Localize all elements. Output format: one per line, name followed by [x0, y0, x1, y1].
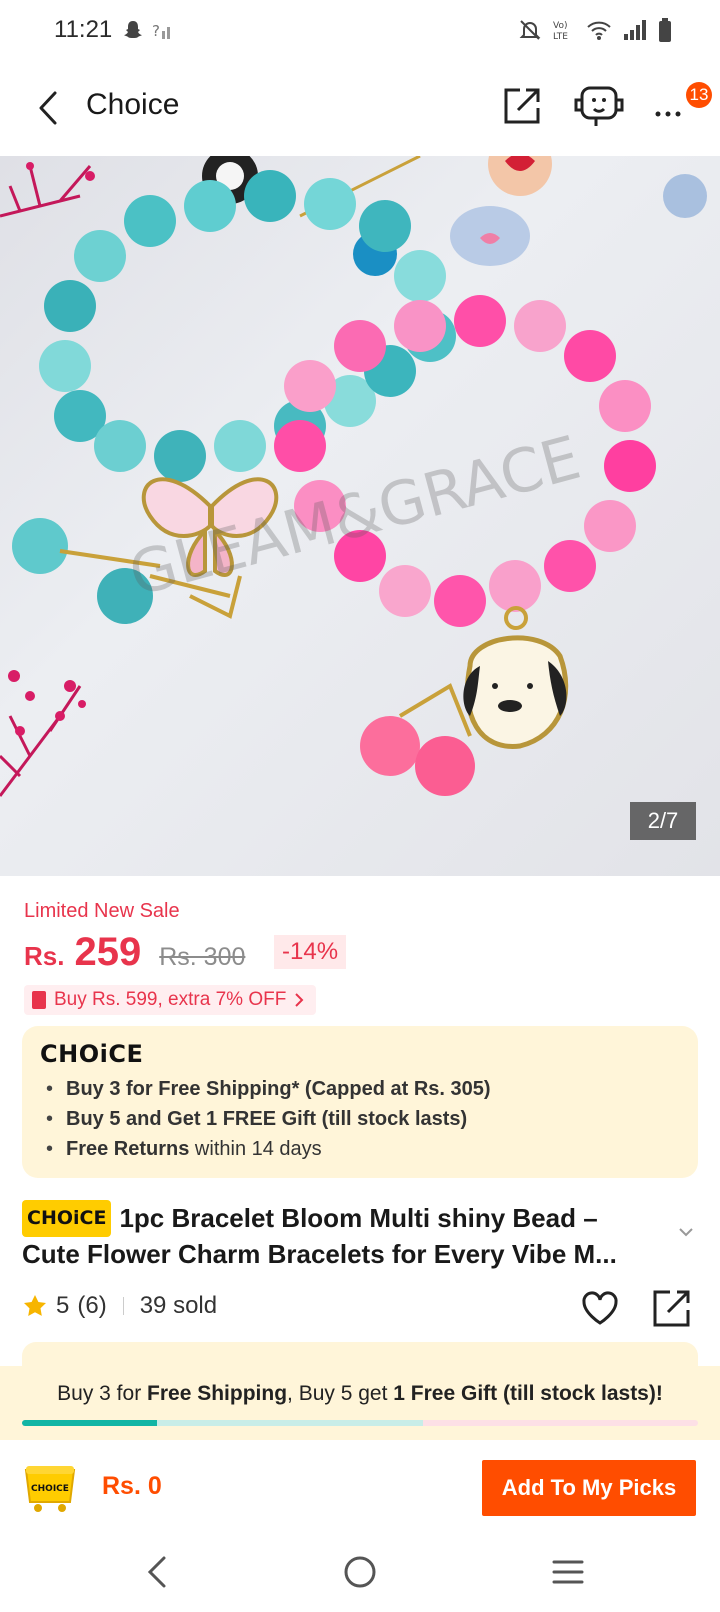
discount-badge: -14%: [274, 935, 347, 969]
shipping-progress-banner: Buy 3 for Free Shipping, Buy 5 get 1 Fre…: [0, 1366, 720, 1440]
back-button[interactable]: [28, 84, 68, 132]
banner-text: Buy 3 for Free Shipping, Buy 5 get 1 Fre…: [57, 1382, 663, 1405]
nav-back-button[interactable]: [138, 1552, 178, 1592]
divider: [122, 1297, 124, 1315]
product-title[interactable]: CHOiCE 1pc Bracelet Bloom Multi shiny Bea…: [22, 1200, 682, 1272]
choice-logo: CHOiCE: [40, 1040, 144, 1068]
title-line-1: 1pc Bracelet Bloom Multi shiny Bead –: [119, 1203, 598, 1233]
star-icon: [24, 1295, 46, 1316]
home-circle-icon: [344, 1556, 376, 1588]
progress-fill: [22, 1420, 158, 1426]
dog-charm: [463, 606, 569, 749]
list-item: Buy 5 and Get 1 FREE Gift (till stock la…: [46, 1104, 680, 1134]
chevron-right-icon: [295, 993, 304, 1007]
notification-badge: 13: [686, 82, 712, 108]
menu-lines-icon: [552, 1560, 584, 1584]
app-header: Choice: [0, 60, 720, 156]
status-time: 11:21: [54, 16, 113, 43]
list-item: Buy 3 for Free Shipping* (Capped at Rs. …: [46, 1074, 680, 1104]
rating-score: 5: [56, 1292, 70, 1319]
page-title: Choice: [86, 88, 180, 121]
sold-count: 39 sold: [139, 1292, 218, 1319]
nav-recent-button[interactable]: [548, 1552, 588, 1592]
cart-icon: CHOICE: [24, 1466, 76, 1512]
price-currency: Rs.: [24, 941, 65, 971]
promo-chip[interactable]: Buy Rs. 599, extra 7% OFF: [24, 985, 317, 1015]
volte-icon: Vo)LTE: [553, 21, 568, 42]
title-line-2: Cute Flower Charm Bracelets for Every Vi…: [22, 1239, 617, 1269]
chevron-left-icon: [39, 91, 57, 125]
rating-count: (6): [77, 1292, 107, 1319]
product-photo: GLEAM&GRACE: [0, 156, 707, 797]
share-icon: [504, 88, 540, 124]
svg-text:?: ?: [152, 22, 160, 40]
choice-cart-button[interactable]: CHOICE: [22, 1460, 78, 1514]
bottom-action-bar: CHOICE Rs. 0 Add To My Picks: [0, 1440, 720, 1536]
choice-section-edge: [22, 1342, 698, 1366]
sale-label: Limited New Sale: [24, 900, 180, 922]
cell-signal-icon: [624, 20, 646, 40]
rating-row[interactable]: 5 (6) 39 sold: [22, 1292, 217, 1320]
choice-tag: CHOiCE: [22, 1200, 112, 1237]
coupon-icon: [32, 991, 46, 1009]
share-product-button[interactable]: [652, 1288, 692, 1328]
price-current: 259: [74, 930, 142, 974]
nav-home-button[interactable]: [340, 1552, 380, 1592]
choice-benefits-box[interactable]: CHOiCE Buy 3 for Free Shipping* (Capped …: [22, 1026, 698, 1178]
status-bar: 11:21 ? Vo) LTE: [0, 0, 720, 60]
choice-benefits-list: Buy 3 for Free Shipping* (Capped at Rs. …: [40, 1074, 680, 1164]
chevron-down-icon[interactable]: [676, 1222, 696, 1242]
support-robot-icon: [574, 86, 624, 126]
add-to-picks-button[interactable]: Add To My Picks: [482, 1460, 696, 1516]
wifi-icon: [587, 21, 611, 40]
mute-icon: [519, 20, 541, 40]
image-counter: 2/7: [630, 802, 696, 840]
progress-bar: [22, 1420, 698, 1426]
promo-text: Buy Rs. 599, extra 7% OFF: [54, 989, 287, 1010]
nav-back-icon: [147, 1556, 166, 1588]
system-nav-bar: [0, 1536, 720, 1612]
signal-unknown-icon: ?: [152, 22, 171, 40]
price-row: Rs. 259 Rs. 300: [24, 930, 263, 975]
snapchat-icon: [124, 21, 143, 38]
cart-total: Rs. 0: [102, 1472, 162, 1500]
svg-text:Vo): Vo): [553, 21, 567, 31]
svg-text:CHOICE: CHOICE: [31, 1484, 69, 1494]
svg-text:LTE: LTE: [553, 32, 568, 42]
share-icon: [653, 1290, 690, 1327]
customer-service-button[interactable]: [572, 82, 626, 130]
battery-icon: [659, 18, 671, 42]
heart-icon: [582, 1291, 618, 1325]
list-item: Free Returns within 14 days: [46, 1134, 680, 1164]
wishlist-button[interactable]: [580, 1288, 620, 1328]
product-image-gallery[interactable]: GLEAM&GRACE 2/7: [0, 156, 720, 876]
share-button[interactable]: [500, 84, 544, 128]
price-original: Rs. 300: [159, 943, 246, 971]
